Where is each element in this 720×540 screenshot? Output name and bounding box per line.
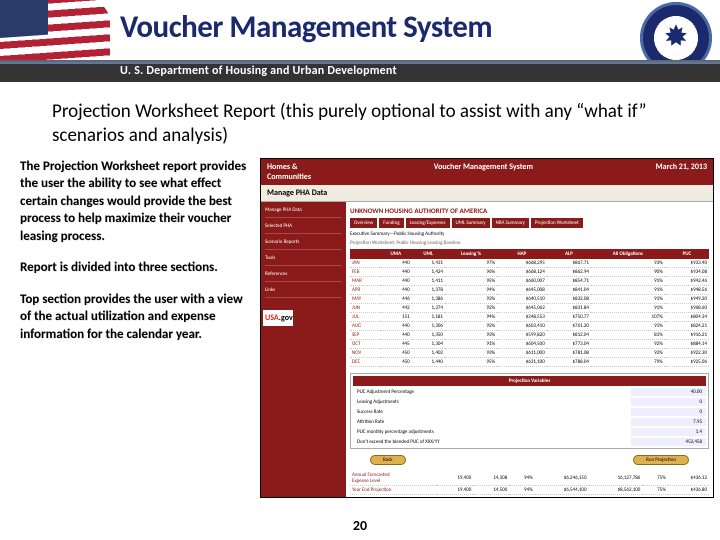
proj-vars-title: Projection Variables bbox=[353, 376, 706, 386]
table-row: AUG4401,30692%$603,410$761.2091%$824.21 bbox=[350, 321, 709, 330]
table-row: NOV4501,40293%$611,000$781.0892%$922.30 bbox=[350, 348, 709, 357]
sidebar-item[interactable]: Links bbox=[265, 286, 342, 298]
page-title: Voucher Management System bbox=[120, 8, 492, 46]
app-logo-text: Homes &Communities bbox=[267, 162, 311, 182]
run-projection-button[interactable]: Run Projection bbox=[633, 455, 689, 465]
report-selector[interactable]: Executive Summary—Public Housing Authori… bbox=[350, 231, 709, 237]
proj-var-row: Don't exceed the blended PUC of XXX/YY45… bbox=[353, 438, 706, 446]
table-row: JAN4401,43197%$668,295$867.7193%$933.40 bbox=[350, 259, 709, 268]
sidebar-item[interactable]: Manage PHA Data bbox=[265, 206, 342, 218]
back-button[interactable]: Back bbox=[370, 455, 406, 465]
proj-var-row: PUC Adjustment Percentage40.00 bbox=[353, 388, 706, 396]
tab[interactable]: Overview bbox=[350, 218, 377, 228]
dept-banner: U. S. Department of Housing and Urban De… bbox=[0, 60, 720, 82]
table-row: OCT4451,30491%$604,500$773.0492%$884.14 bbox=[350, 339, 709, 348]
proj-var-row: Leasing Adjustments0 bbox=[353, 398, 706, 406]
table-row: FEB4401,42496%$668,124$862.9490%$934.08 bbox=[350, 267, 709, 276]
table-row: SEP4401,35093%$599,820$812.0481%$916.21 bbox=[350, 330, 709, 339]
tab[interactable]: Projection Worksheet bbox=[531, 218, 583, 228]
table-row: APR4401,37894%$645,008$841.0491%$948.56 bbox=[350, 285, 709, 294]
projection-variables-table: Projection Variables PUC Adjustment Perc… bbox=[350, 373, 709, 449]
lower-summary-table: Annual ForecastedExpense Level19,40014,3… bbox=[350, 471, 709, 495]
subtitle: Projection Worksheet Report (this purely… bbox=[0, 88, 720, 158]
table-row: JUL1511,18194%$248,553$750.77107%$804.34 bbox=[350, 312, 709, 321]
table-row: DEC4501,44095%$631,100$788.0479%$925.06 bbox=[350, 357, 709, 366]
page-number: 20 bbox=[0, 517, 720, 534]
section-caption: Projection Worksheet: Public Housing Lea… bbox=[350, 240, 709, 246]
description-column: The Projection Worksheet report provides… bbox=[20, 158, 250, 498]
sidebar-item[interactable]: Selected PHA bbox=[265, 222, 342, 234]
sidebar-item[interactable]: Scenario Reports bbox=[265, 238, 342, 250]
tab[interactable]: UML Summary bbox=[452, 218, 490, 228]
breadcrumb: Manage PHA Data bbox=[261, 185, 713, 202]
sidebar-item[interactable]: References bbox=[265, 270, 342, 282]
paragraph-1: The Projection Worksheet report provides… bbox=[20, 158, 250, 246]
app-name: Voucher Management System bbox=[434, 162, 533, 182]
table-row: MAR4401,41195%$660,007$854.7191%$942.46 bbox=[350, 276, 709, 285]
table-row: MAY4461,38693%$640,510$832.0891%$949.20 bbox=[350, 294, 709, 303]
vms-screenshot: Homes &Communities Voucher Management Sy… bbox=[260, 158, 714, 498]
usagov-logo: USA.gov bbox=[263, 310, 293, 327]
tab[interactable]: NRA Summary bbox=[492, 218, 529, 228]
paragraph-3: Top section provides the user with a vie… bbox=[20, 291, 250, 344]
date-stamp: March 21, 2013 bbox=[656, 162, 707, 182]
tab[interactable]: Leasing/Expenses bbox=[406, 218, 450, 228]
tab[interactable]: Funding bbox=[379, 218, 403, 228]
table-row: JUN4421,37492%$645,062$831.8491%$968.60 bbox=[350, 303, 709, 312]
proj-var-row: PUC monthly percentage adjustments1.4 bbox=[353, 428, 706, 436]
tab-bar: Overview Funding Leasing/Expenses UML Su… bbox=[350, 218, 709, 228]
proj-var-row: Success Rate0 bbox=[353, 408, 706, 416]
sidebar-item[interactable]: Tools bbox=[265, 254, 342, 266]
proj-var-row: Attrition Rate7.95 bbox=[353, 418, 706, 426]
paragraph-2: Report is divided into three sections. bbox=[20, 259, 250, 277]
sidebar: Manage PHA Data Selected PHA Scenario Re… bbox=[261, 202, 346, 498]
utilization-table: UMAUMLLeasing %HAPALPAll ObligationsPUC … bbox=[350, 249, 709, 367]
authority-banner: UNKNOWN HOUSING AUTHORITY OF AMERICA bbox=[350, 206, 709, 215]
